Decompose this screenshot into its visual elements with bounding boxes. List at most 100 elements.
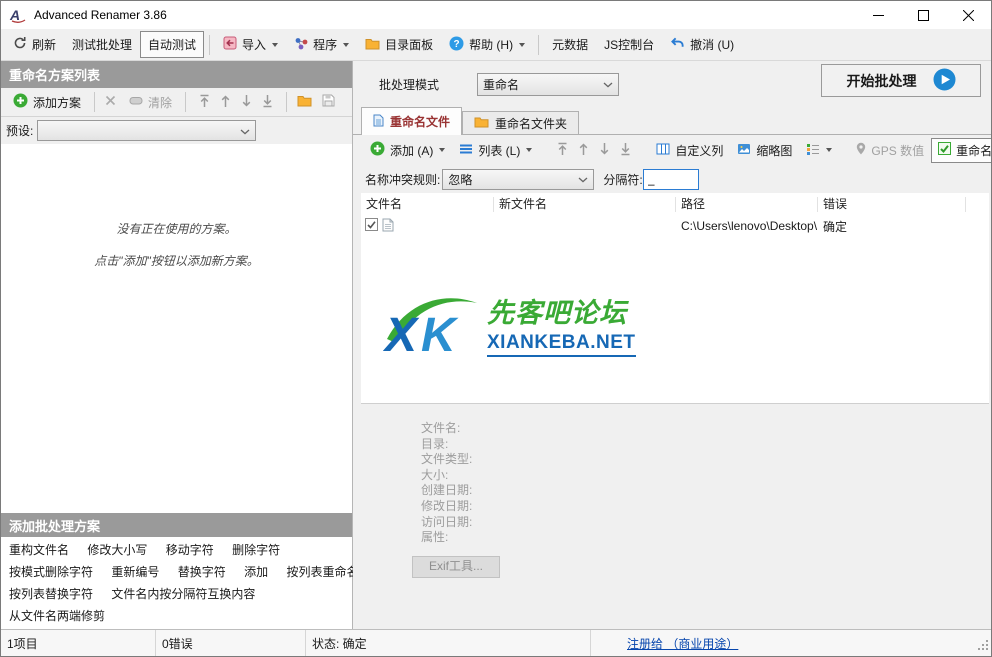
column-header-new-filename[interactable]: 新文件名	[494, 197, 676, 212]
js-console-button[interactable]: JS控制台	[596, 31, 662, 58]
clear-schemes-button[interactable]: 清除	[121, 89, 180, 116]
method-link[interactable]: 从文件名两端修剪	[9, 609, 105, 623]
custom-columns-button[interactable]: 自定义列	[649, 138, 730, 163]
add-methods-header: 添加批处理方案	[1, 513, 352, 537]
metadata-button[interactable]: 元数据	[544, 31, 596, 58]
exif-tools-button[interactable]: Exif工具...	[412, 556, 500, 578]
watermark-title: 先客吧论坛	[487, 291, 636, 330]
program-button[interactable]: 程序	[286, 31, 357, 58]
move-to-bottom-icon[interactable]	[262, 94, 273, 111]
list-button[interactable]: 列表 (L)	[452, 138, 539, 163]
info-label: 创建日期:	[421, 483, 989, 499]
eraser-icon	[129, 95, 143, 109]
column-header-filename[interactable]: 文件名	[361, 197, 494, 212]
x-icon	[105, 95, 116, 109]
move-to-top-icon[interactable]	[557, 142, 568, 159]
move-to-bottom-icon[interactable]	[620, 142, 631, 159]
help-button[interactable]: ? 帮助 (H)	[441, 31, 533, 59]
method-link[interactable]: 重新编号	[111, 565, 159, 579]
maximize-button[interactable]	[901, 1, 946, 29]
info-label: 文件名:	[421, 421, 989, 437]
method-link[interactable]: 替换字符	[178, 565, 226, 579]
open-scheme-button[interactable]	[292, 91, 317, 113]
info-label: 属性:	[421, 530, 989, 546]
app-icon: A	[9, 7, 27, 23]
start-batch-button[interactable]: 开始批处理	[821, 64, 981, 97]
info-label: 修改日期:	[421, 499, 989, 515]
help-icon: ?	[449, 36, 464, 54]
add-scheme-button[interactable]: 添加方案	[5, 88, 89, 116]
toolbar-separator	[94, 92, 95, 112]
tab-rename-folders[interactable]: 重命名文件夹	[462, 111, 579, 135]
test-batch-button[interactable]: 测试批处理	[64, 31, 140, 58]
table-row[interactable]: C:\Users\lenovo\Desktop\ 确定	[361, 215, 989, 237]
method-link[interactable]: 修改大小写	[87, 543, 147, 557]
column-header-error[interactable]: 错误	[818, 197, 966, 212]
refresh-button[interactable]: 刷新	[5, 31, 64, 58]
rename-files-tab-content: 添加 (A) 列表 (L)	[361, 135, 989, 629]
directory-panel-button[interactable]: 目录面板	[357, 31, 441, 58]
save-scheme-button[interactable]	[317, 91, 340, 113]
method-link[interactable]: 添加	[244, 565, 268, 579]
status-bar: 1项目 0错误 状态: 确定 注册给 （商业用途）	[1, 629, 991, 656]
file-info-panel: 文件名: 目录: 文件类型: 大小: 创建日期: 修改日期: 访问日期: 属性:…	[361, 404, 989, 629]
method-link[interactable]: 移动字符	[166, 543, 214, 557]
import-button[interactable]: 导入	[215, 31, 286, 58]
scheme-empty-message: 没有正在使用的方案。 点击"添加"按钮以添加新方案。	[1, 144, 352, 513]
method-link[interactable]: 删除字符	[232, 543, 280, 557]
register-link[interactable]: 注册给 （商业用途）	[627, 635, 738, 652]
separator-input[interactable]	[643, 169, 699, 190]
move-down-icon[interactable]	[241, 94, 252, 111]
method-link[interactable]: 文件名内按分隔符互换内容	[111, 587, 255, 601]
chevron-down-icon	[603, 77, 613, 91]
conflict-rule-select[interactable]: 忽略	[442, 169, 594, 190]
status-state: 状态: 确定	[306, 630, 591, 656]
close-button[interactable]	[946, 1, 991, 29]
auto-test-button[interactable]: 自动测试	[140, 31, 204, 58]
move-to-top-icon[interactable]	[199, 94, 210, 111]
tab-rename-files[interactable]: 重命名文件	[361, 107, 462, 135]
chevron-down-icon	[439, 148, 445, 152]
chevron-down-icon	[240, 124, 250, 138]
method-link[interactable]: 按模式删除字符	[9, 565, 93, 579]
resize-grip-icon[interactable]	[977, 639, 989, 654]
method-link-list: 重构文件名 修改大小写 移动字符 删除字符 按模式删除字符 重新编号 替换字符 …	[1, 537, 352, 629]
gps-pin-icon	[856, 142, 866, 158]
preset-select[interactable]	[37, 120, 256, 141]
folder-icon	[365, 37, 380, 53]
scheme-toolbar: 添加方案 清除	[1, 88, 352, 117]
undo-button[interactable]: 撤消 (U)	[662, 31, 742, 58]
remove-scheme-button[interactable]	[100, 92, 121, 112]
gps-values-button[interactable]: GPS 数值	[849, 138, 931, 163]
move-up-icon[interactable]	[578, 142, 589, 159]
batch-mode-select[interactable]: 重命名	[477, 73, 619, 96]
info-label: 文件类型:	[421, 452, 989, 468]
method-link[interactable]: 按列表替换字符	[9, 587, 93, 601]
info-label: 目录:	[421, 437, 989, 453]
minimize-button[interactable]	[856, 1, 901, 29]
document-icon	[382, 218, 394, 235]
color-list-button[interactable]	[799, 139, 839, 162]
move-down-icon[interactable]	[599, 142, 610, 159]
list-icon	[459, 143, 473, 158]
colored-list-icon	[806, 143, 820, 158]
move-up-icon[interactable]	[220, 94, 231, 111]
rename-match-toggle[interactable]: 重命名匹配	[931, 138, 992, 163]
cell-error: 确定	[818, 218, 966, 235]
plus-circle-icon	[13, 93, 28, 111]
toolbar-separator	[209, 35, 210, 55]
info-label: 访问日期:	[421, 515, 989, 531]
row-checkbox[interactable]	[365, 218, 378, 234]
method-link[interactable]: 重构文件名	[9, 543, 69, 557]
play-icon	[933, 68, 956, 94]
separator-label: 分隔符:	[603, 171, 642, 188]
conflict-rule-label: 名称冲突规则:	[365, 171, 440, 188]
checkbox-checked-icon	[938, 142, 951, 158]
add-files-button[interactable]: 添加 (A)	[363, 137, 452, 163]
column-header-path[interactable]: 路径	[676, 197, 818, 212]
thumbnails-button[interactable]: 缩略图	[730, 138, 799, 163]
file-list-panel: 批处理模式 重命名 开始批处理	[353, 61, 991, 629]
method-link[interactable]: 按列表重命名	[286, 565, 358, 579]
batch-mode-row: 批处理模式 重命名 开始批处理	[353, 61, 991, 107]
toolbar-separator	[185, 92, 186, 112]
